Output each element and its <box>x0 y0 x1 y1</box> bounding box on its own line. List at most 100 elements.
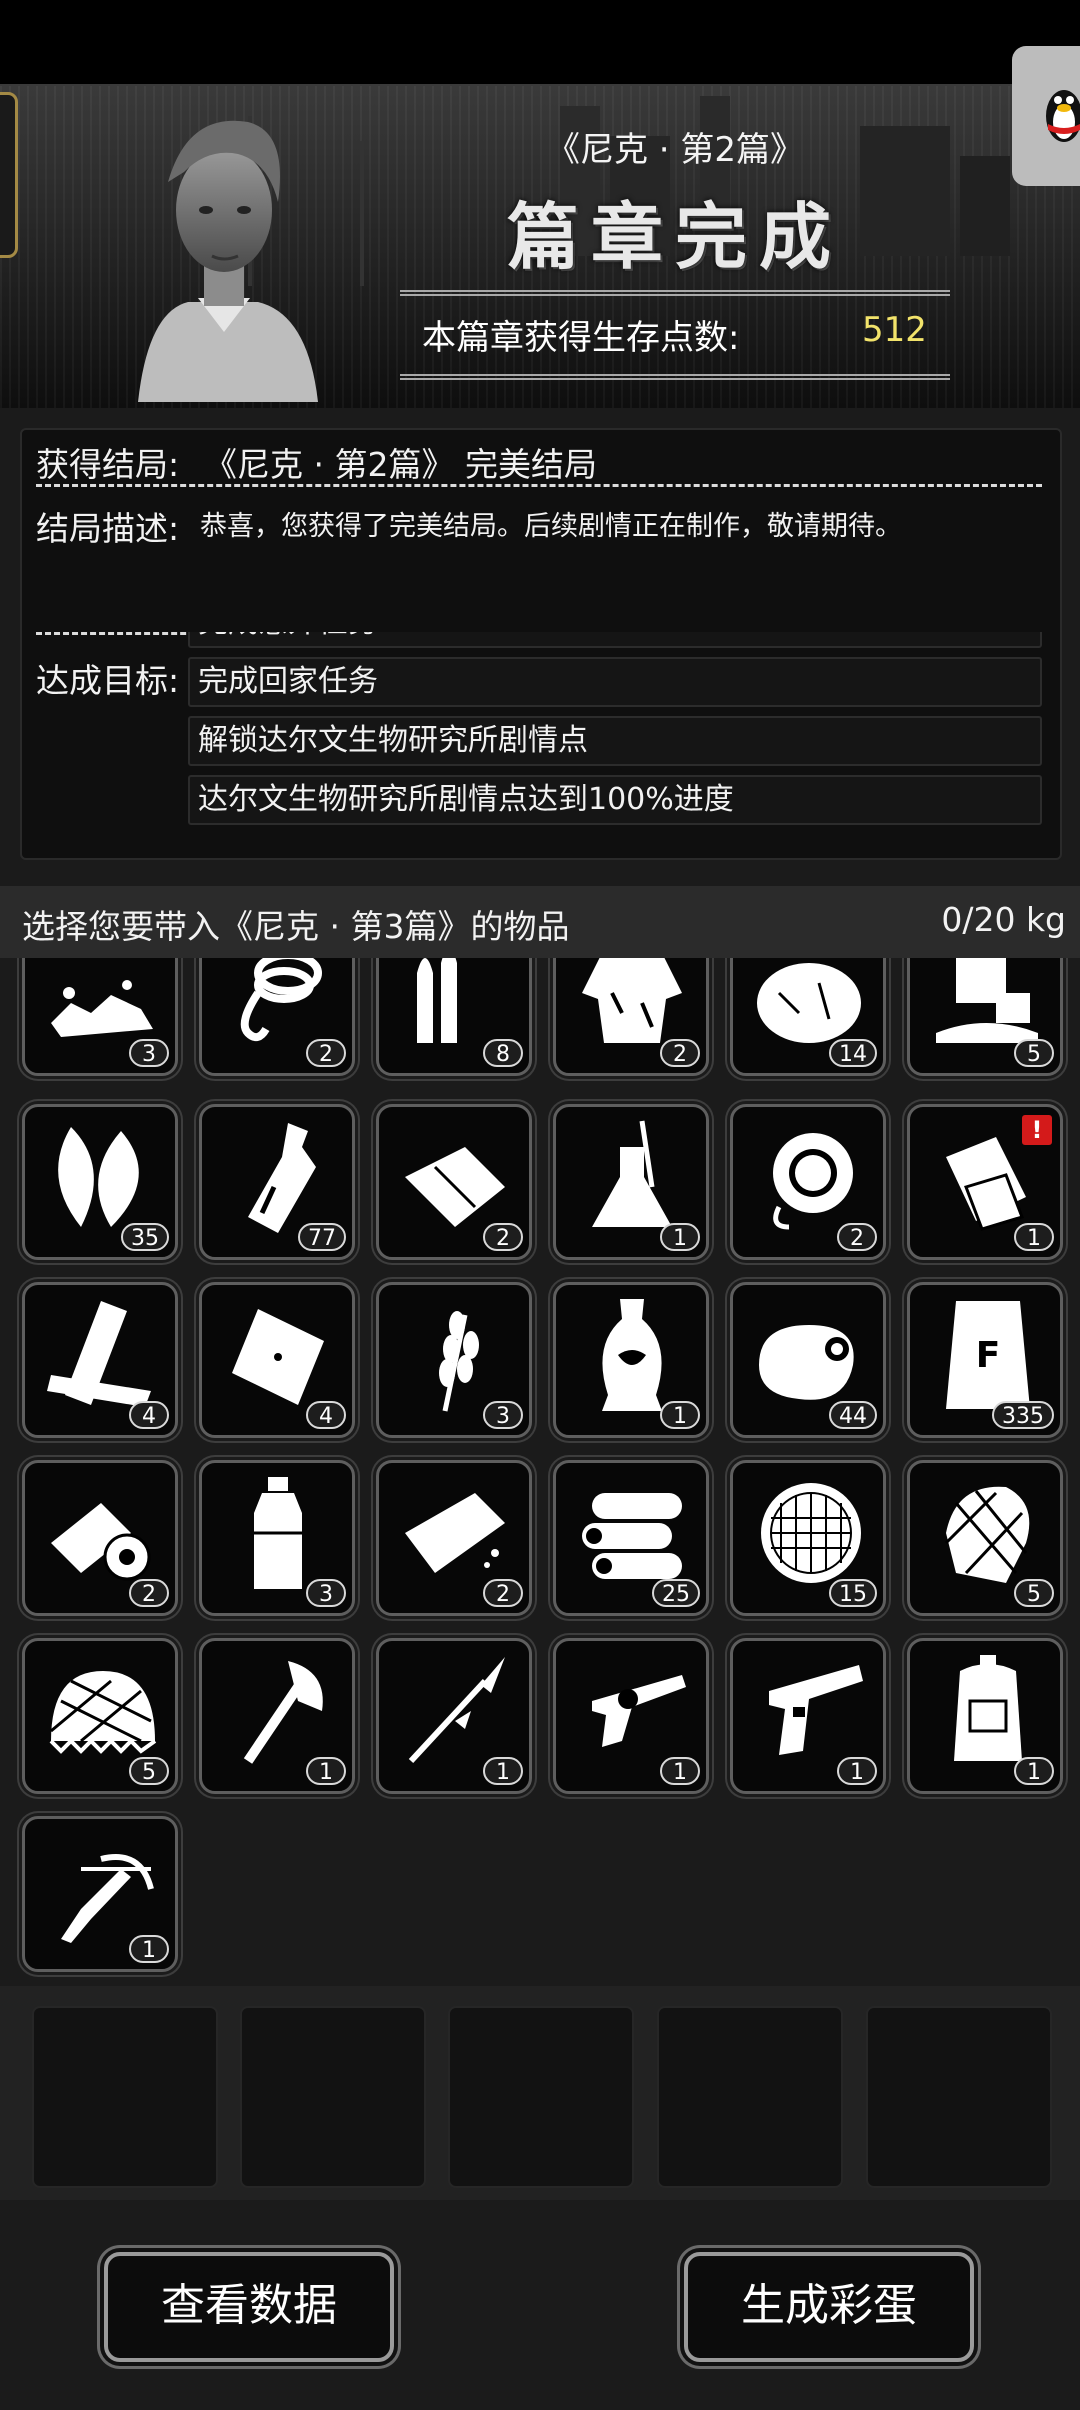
chapter-title: 《尼克 · 第2篇》 <box>545 130 805 170</box>
item-count: 44 <box>829 1401 877 1429</box>
inventory-slot[interactable]: 8 <box>376 958 532 1076</box>
flour-sack-icon: F <box>946 1301 1030 1409</box>
item-count: 15 <box>829 1579 877 1607</box>
item-count: 3 <box>306 1579 346 1607</box>
inventory-slot[interactable]: 2 <box>553 958 709 1076</box>
inventory-grid[interactable]: 3 2 8 2 14 5 35 77 2 1 2 ! 1 4 4 3 1 44 … <box>0 958 1080 1982</box>
item-count: 5 <box>1014 1579 1054 1607</box>
goals-list[interactable]: 完成意外任务 完成回家任务 解锁达尔文生物研究所剧情点 达尔文生物研究所剧情点达… <box>188 632 1042 844</box>
qq-share-tab[interactable] <box>1012 46 1080 186</box>
item-count: 1 <box>660 1757 700 1785</box>
inventory-slot[interactable]: 77 <box>199 1104 355 1260</box>
survival-points-value: 512 <box>862 310 927 350</box>
cloth-icon <box>405 1147 505 1227</box>
inventory-slot[interactable]: 1 <box>553 1638 709 1794</box>
item-count: 35 <box>121 1223 169 1251</box>
inventory-slot[interactable]: 4 <box>199 1282 355 1438</box>
item-count: 3 <box>129 1039 169 1067</box>
inventory-slot[interactable]: 5 <box>907 1460 1063 1616</box>
inventory-slot[interactable]: 25 <box>553 1460 709 1616</box>
item-count: 3 <box>483 1401 523 1429</box>
flask-icon <box>592 1120 672 1227</box>
wheat-icon <box>439 1311 479 1412</box>
item-count: 2 <box>837 1223 877 1251</box>
crossbow-icon <box>61 1854 154 1943</box>
goal-item: 达尔文生物研究所剧情点达到100%进度 <box>188 775 1042 825</box>
inventory-slot[interactable]: ! 1 <box>907 1104 1063 1260</box>
inventory-slot[interactable]: 1 <box>376 1638 532 1794</box>
bottle-icon <box>248 1123 316 1233</box>
bandage-icon <box>51 1503 151 1581</box>
item-count: 1 <box>660 1223 700 1251</box>
inventory-slot[interactable]: 5 <box>907 958 1063 1076</box>
item-count: 335 <box>992 1401 1054 1429</box>
item-count: 77 <box>298 1223 346 1251</box>
item-count: 2 <box>660 1039 700 1067</box>
survival-points-label: 本篇章获得生存点数: <box>422 318 740 358</box>
carry-slot-3[interactable] <box>448 2006 634 2188</box>
inventory-slot[interactable]: 5 <box>22 1638 178 1794</box>
leaves-icon <box>58 1127 139 1227</box>
item-count: 4 <box>306 1401 346 1429</box>
new-item-alert-icon: ! <box>1022 1115 1052 1145</box>
inventory-slot[interactable]: 14 <box>730 958 886 1076</box>
inventory-slot[interactable]: 2 <box>376 1460 532 1616</box>
inventory-slot[interactable]: 1 <box>907 1638 1063 1794</box>
item-count: 1 <box>129 1935 169 1963</box>
description-label: 结局描述: <box>36 509 180 548</box>
carry-slot-5[interactable] <box>866 2006 1052 2188</box>
inventory-slot[interactable]: 1 <box>553 1282 709 1438</box>
inventory-slot[interactable]: 1 <box>730 1638 886 1794</box>
inventory-slot[interactable]: F 335 <box>907 1282 1063 1438</box>
inventory-slot[interactable]: 3 <box>22 958 178 1076</box>
description-text: 恭喜，您获得了完美结局。后续剧情正在制作，敬请期待。 <box>200 511 902 542</box>
gas-mask-icon <box>773 1133 853 1230</box>
soap-icon <box>405 1493 505 1573</box>
inventory-slot[interactable]: 15 <box>730 1460 886 1616</box>
axe-icon <box>243 1661 323 1764</box>
carry-weight: 0/20 kg <box>941 900 1066 939</box>
inventory-slot[interactable]: 2 <box>199 958 355 1076</box>
logs-icon <box>582 1493 682 1579</box>
water-bottle-icon <box>254 1477 302 1589</box>
goal-item: 完成回家任务 <box>188 657 1042 707</box>
ending-value: 《尼克 · 第2篇》 完美结局 <box>204 445 597 484</box>
inventory-slot[interactable]: 2 <box>22 1460 178 1616</box>
item-count: 1 <box>483 1757 523 1785</box>
inventory-slot[interactable]: 44 <box>730 1282 886 1438</box>
item-count: 4 <box>129 1401 169 1429</box>
planks-icon <box>47 1301 151 1407</box>
top-status-area <box>0 0 1080 84</box>
view-data-button[interactable]: 查看数据 <box>104 2252 394 2362</box>
inventory-slot[interactable]: 3 <box>376 1282 532 1438</box>
inventory-slot[interactable]: 4 <box>22 1282 178 1438</box>
chapter-complete-heading: 篇章完成 <box>506 195 843 279</box>
generate-easter-egg-button[interactable]: 生成彩蛋 <box>684 2252 974 2362</box>
carry-slot-4[interactable] <box>657 2006 843 2188</box>
inventory-slot[interactable]: 1 <box>22 1816 178 1972</box>
inventory-slot[interactable]: 3 <box>199 1460 355 1616</box>
vase-icon <box>602 1299 662 1411</box>
carry-slot-2[interactable] <box>240 2006 426 2188</box>
item-count: 2 <box>306 1039 346 1067</box>
backpack-icon <box>954 1655 1022 1761</box>
inventory-slot[interactable]: 1 <box>199 1638 355 1794</box>
inventory-slot[interactable]: 2 <box>730 1104 886 1260</box>
item-count: 2 <box>483 1223 523 1251</box>
filter-mesh-icon <box>761 1483 861 1583</box>
item-count: 1 <box>306 1757 346 1785</box>
inventory-slot[interactable]: 2 <box>376 1104 532 1260</box>
divider <box>36 484 1042 487</box>
item-count: 1 <box>660 1401 700 1429</box>
flour-sack-label: F <box>976 1335 1001 1376</box>
spear-icon <box>408 1657 505 1764</box>
inventory-slot[interactable]: 1 <box>553 1104 709 1260</box>
carry-slot-1[interactable] <box>32 2006 218 2188</box>
raw-meat-icon <box>759 1325 854 1400</box>
item-count: 14 <box>829 1039 877 1067</box>
item-count: 2 <box>483 1579 523 1607</box>
snack-bag-icon <box>232 1309 324 1405</box>
side-tab-handle[interactable] <box>0 92 18 258</box>
item-count: 25 <box>652 1579 700 1607</box>
inventory-slot[interactable]: 35 <box>22 1104 178 1260</box>
